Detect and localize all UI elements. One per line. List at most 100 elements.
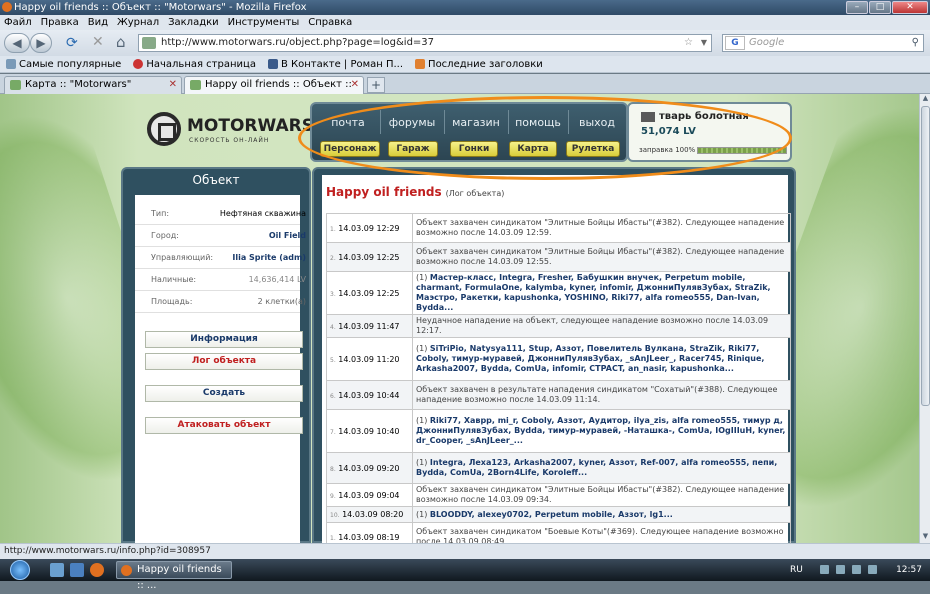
prop-city: Город: Oil Field: [135, 225, 306, 247]
tray-network-icon[interactable]: [820, 565, 829, 574]
log-row-number: 9.: [330, 492, 336, 500]
taskbar-item-firefox[interactable]: Happy oil friends :: ...: [116, 561, 232, 591]
log-date-cell: 1. 14.03.09 08:19: [326, 522, 413, 543]
minimize-button[interactable]: –: [846, 1, 868, 14]
page-subtitle: (Лог объекта): [445, 189, 505, 198]
status-text: http://www.motorwars.ru/info.php?id=3089…: [4, 546, 211, 556]
menu-bar: Файл Правка Вид Журнал Закладки Инструме…: [0, 15, 930, 30]
tab-object-active[interactable]: Happy oil friends :: Объект :: "Mo... ✕: [184, 76, 364, 106]
search-input[interactable]: G Google ⚲: [722, 34, 924, 52]
log-date: 14.03.09 08:20: [342, 510, 404, 519]
log-row: 3. 14.03.09 12:25 (1) Мастер-класс, Integ…: [326, 271, 791, 315]
log-message-cell: (1) Мастер-класс, Integra, Fresher, Бабу…: [412, 271, 791, 315]
log-participants[interactable]: SiTriPio, Natysya111, Stup, Аззот, Повел…: [416, 344, 764, 373]
object-log-button[interactable]: Лог объекта: [145, 353, 303, 370]
log-date: 14.03.09 10:44: [338, 390, 400, 400]
log-date: 14.03.09 09:04: [338, 490, 400, 500]
forward-button[interactable]: ▶: [30, 33, 52, 53]
log-row: 8. 14.03.09 09:20 (1) Integra, Леха123, A…: [326, 452, 791, 484]
prop-cash: Наличные: 14,636,414 LV: [135, 269, 306, 291]
log-date-cell: 6. 14.03.09 10:44: [326, 380, 413, 410]
firefox-icon: [133, 59, 144, 69]
search-icon[interactable]: ⚲: [912, 35, 919, 51]
scroll-thumb[interactable]: [921, 106, 930, 406]
log-row: 1. 14.03.09 12:29 Объект захвачен синдика…: [326, 213, 791, 243]
menu-view[interactable]: Вид: [88, 15, 108, 30]
back-button[interactable]: ◀: [4, 33, 30, 53]
log-row: 6. 14.03.09 10:44 Объект захвачен в резул…: [326, 380, 791, 410]
log-row-number: 3.: [330, 290, 336, 298]
bookmark-start-page[interactable]: Начальная страница: [133, 56, 256, 72]
tab-map[interactable]: Карта :: "Motorwars" ✕: [4, 76, 182, 94]
log-date: 14.03.09 12:25: [338, 288, 400, 298]
show-desktop-icon[interactable]: [50, 563, 64, 577]
bookmark-star-icon[interactable]: ☆: [684, 35, 693, 51]
language-indicator[interactable]: RU: [790, 559, 803, 581]
attack-object-button[interactable]: Атаковать объект: [145, 417, 303, 434]
menu-help[interactable]: Справка: [308, 15, 352, 30]
stop-icon[interactable]: ✕: [92, 34, 104, 50]
create-button[interactable]: Создать: [145, 385, 303, 402]
tray-volume-icon[interactable]: [836, 565, 845, 574]
log-date: 14.03.09 08:19: [338, 532, 400, 542]
tray-app-icon[interactable]: [868, 565, 877, 574]
bookmark-latest-headlines[interactable]: Последние заголовки: [415, 56, 543, 72]
site-logo[interactable]: MOTORWARS.RU СКОРОСТЬ ОН-ЛАЙН: [147, 110, 347, 150]
url-bar[interactable]: http://www.motorwars.ru/object.php?page=…: [138, 34, 712, 52]
reload-icon[interactable]: ⟳: [66, 35, 78, 51]
menu-tools[interactable]: Инструменты: [228, 15, 300, 30]
log-message-cell: Неудачное нападение на объект, следующее…: [412, 314, 791, 338]
log-row: 4. 14.03.09 11:47 Неудачное нападение на …: [326, 314, 791, 338]
taskbar: Happy oil friends :: ... RU 12:57: [0, 559, 930, 591]
log-participants[interactable]: BLOODDY, alexey0702, Perpetum mobile, Аз…: [430, 510, 673, 519]
log-message-cell: (1) BLOODDY, alexey0702, Perpetum mobile…: [412, 506, 791, 523]
tray-app-icon[interactable]: [852, 565, 861, 574]
new-tab-button[interactable]: +: [367, 77, 385, 93]
log-date-cell: 3. 14.03.09 12:25: [326, 271, 413, 315]
close-button[interactable]: ✕: [892, 1, 928, 14]
log-row-number: 1.: [330, 225, 336, 233]
search-placeholder: Google: [749, 37, 785, 48]
home-icon[interactable]: ⌂: [116, 33, 126, 51]
tab-close-icon[interactable]: ✕: [169, 77, 177, 93]
panel-body: Тип: Нефтяная скважина Город: Oil Field Уп…: [135, 195, 306, 543]
log-row: 2. 14.03.09 12:25 Объект захвачен синдика…: [326, 242, 791, 272]
firefox-icon: [121, 565, 132, 576]
url-dropdown-icon[interactable]: ▼: [701, 35, 707, 51]
bookmark-most-visited[interactable]: Самые популярные: [6, 56, 121, 72]
log-participants[interactable]: Мастер-класс, Integra, Fresher, Бабушкин…: [416, 273, 771, 312]
log-participants[interactable]: Integra, Леха123, Arkasha2007, kyner, Аз…: [416, 458, 777, 477]
clock[interactable]: 12:57: [896, 559, 922, 581]
info-button[interactable]: Информация: [145, 331, 303, 348]
menu-file[interactable]: Файл: [4, 15, 32, 30]
tab-favicon-icon: [190, 80, 201, 90]
log-message-cell: Объект захвачен синдикатом "Элитные Бойц…: [412, 213, 791, 243]
log-message: Объект захвачен синдикатом "Элитные Бойц…: [416, 247, 785, 266]
manager-link[interactable]: Ilia Sprite (adm): [232, 247, 306, 269]
log-date: 14.03.09 11:20: [338, 354, 400, 364]
maximize-button[interactable]: □: [869, 1, 891, 14]
scroll-up-icon[interactable]: ▲: [920, 94, 930, 105]
log-date-cell: 1. 14.03.09 12:29: [326, 213, 413, 243]
city-link[interactable]: Oil Field: [269, 225, 306, 247]
menu-edit[interactable]: Правка: [41, 15, 79, 30]
log-row: 7. 14.03.09 10:40 (1) Riki77, Хаврр, mi_r…: [326, 409, 791, 453]
page-scrollbar[interactable]: ▲ ▼: [919, 94, 930, 543]
start-button[interactable]: [2, 559, 42, 581]
site-favicon-icon: [142, 37, 156, 49]
scroll-down-icon[interactable]: ▼: [920, 532, 930, 543]
tab-close-icon[interactable]: ✕: [351, 77, 359, 93]
orange-annotation-ellipse: [298, 96, 792, 180]
log-row-number: 5.: [330, 356, 336, 364]
status-bar: http://www.motorwars.ru/info.php?id=3089…: [0, 543, 930, 559]
prop-manager: Управляющий: Ilia Sprite (adm): [135, 247, 306, 269]
firefox-quicklaunch-icon[interactable]: [90, 563, 104, 577]
switch-windows-icon[interactable]: [70, 563, 84, 577]
log-participants[interactable]: Riki77, Хаврр, mi_r, Coboly, Аззот, Ауди…: [416, 416, 785, 445]
google-icon[interactable]: G: [725, 36, 745, 50]
menu-history[interactable]: Журнал: [117, 15, 159, 30]
log-panel-body: Happy oil friends (Лог объекта) 1. 14.03.…: [322, 175, 791, 543]
bookmark-vkontakte[interactable]: В Контакте | Роман П...: [267, 56, 403, 72]
menu-bookmarks[interactable]: Закладки: [168, 15, 219, 30]
log-row: 9. 14.03.09 09:04 Объект захвачен синдика…: [326, 483, 791, 507]
